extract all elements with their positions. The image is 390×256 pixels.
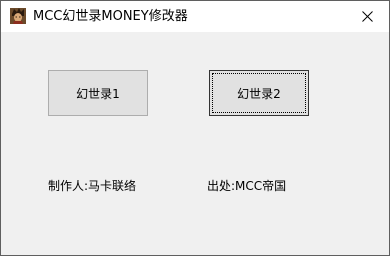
window-title: MCC幻世录MONEY修改器 bbox=[33, 9, 188, 24]
title-bar[interactable]: MCC幻世录MONEY修改器 bbox=[1, 1, 389, 32]
game1-button[interactable]: 幻世录1 bbox=[48, 70, 148, 116]
source-label: 出处:MCC帝国 bbox=[207, 179, 287, 193]
app-window: MCC幻世录MONEY修改器 幻世录1 幻世录2 制作人:马卡联络 出处:MCC… bbox=[0, 0, 390, 256]
close-button[interactable] bbox=[345, 1, 389, 32]
author-label: 制作人:马卡联络 bbox=[48, 179, 137, 193]
close-icon bbox=[361, 11, 373, 22]
game2-button[interactable]: 幻世录2 bbox=[209, 70, 309, 116]
character-portrait-icon bbox=[10, 8, 26, 24]
